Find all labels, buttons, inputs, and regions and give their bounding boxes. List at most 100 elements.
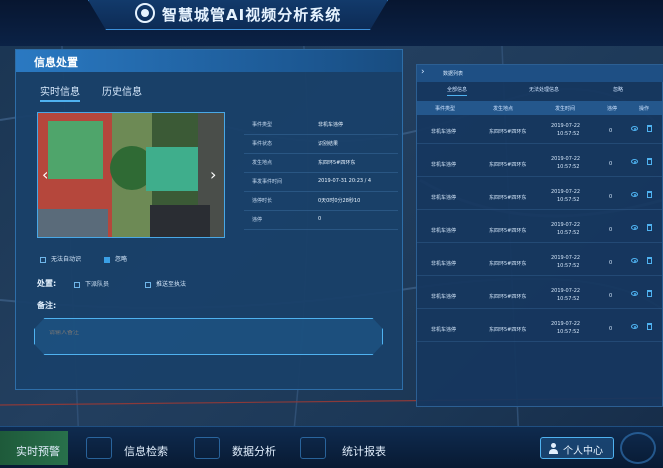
list-panel-header: › 数据列表 xyxy=(417,65,663,82)
list-row[interactable]: 非机车违停 东四环5#四环东 2019-07-22 10:57:52 0 xyxy=(417,183,662,210)
push-label: 推送至执法 xyxy=(156,281,187,288)
view-icon[interactable] xyxy=(631,324,638,329)
event-details: 事件类型 非机车违停 事件状态 识别结果 发生地点 东四环5#四环东 事发事件时间 2019-… xyxy=(244,116,398,230)
list-cell-date: 2019-07-22 xyxy=(551,321,581,327)
list-cell-place: 东四环5#四环东 xyxy=(489,129,527,135)
ignore-checkbox[interactable] xyxy=(104,256,110,263)
note-input[interactable] xyxy=(49,330,349,336)
list-cell-type: 非机车违停 xyxy=(431,228,457,234)
detail-value: 东四环5#四环东 xyxy=(318,160,356,166)
list-row[interactable]: 非机车违停 东四环5#四环东 2019-07-22 10:57:52 0 xyxy=(417,117,662,144)
delete-icon[interactable] xyxy=(647,257,652,264)
column-header: 发生地点 xyxy=(493,106,514,112)
column-header: 违停 xyxy=(607,106,618,112)
list-row[interactable]: 非机车违停 东四环5#四环东 2019-07-22 10:57:52 0 xyxy=(417,150,662,177)
delete-icon[interactable] xyxy=(647,158,652,165)
personal-center-label: 个人中心 xyxy=(563,446,603,457)
view-icon[interactable] xyxy=(631,159,638,164)
list-cell-date: 2019-07-22 xyxy=(551,255,581,261)
data-list-panel: › 数据列表 全部信息 无法处理信息 忽略 事件类型 发生地点 发生时间 违停 … xyxy=(416,64,663,407)
detail-row: 违停 0 xyxy=(244,211,398,230)
document-icon xyxy=(86,437,112,459)
list-cell-place: 东四环5#四环东 xyxy=(489,294,527,300)
detail-label: 违停时长 xyxy=(252,198,273,204)
nav-label: 数据分析 xyxy=(232,445,276,458)
process-label: 处置: xyxy=(37,279,57,288)
list-cell-type: 非机车违停 xyxy=(431,129,457,135)
list-cell-type: 非机车违停 xyxy=(431,195,457,201)
delete-icon[interactable] xyxy=(647,224,652,231)
list-cell-time: 10:57:52 xyxy=(557,329,580,335)
info-panel-header: 信息处置 xyxy=(16,50,402,72)
filter-tab-all[interactable]: 全部信息 xyxy=(447,86,468,96)
tab-history-info[interactable]: 历史信息 xyxy=(102,83,142,98)
nav-label: 统计报表 xyxy=(342,445,386,458)
delete-icon[interactable] xyxy=(647,323,652,330)
photo-next-icon[interactable]: › xyxy=(210,165,216,184)
event-photo: ‹ › xyxy=(37,112,225,238)
list-cell-place: 东四环5#四环东 xyxy=(489,327,527,333)
unable-identify-option[interactable]: 无法自动识 xyxy=(40,254,81,263)
list-cell-count: 0 xyxy=(609,194,613,200)
detail-value: 识别结果 xyxy=(318,141,339,147)
nav-info-search[interactable]: 信息检索 xyxy=(76,431,176,465)
list-cell-count: 0 xyxy=(609,326,613,332)
dispatch-label: 下派队员 xyxy=(85,281,110,288)
detail-label: 事件类型 xyxy=(252,122,273,128)
list-row[interactable]: 非机车违停 东四环5#四环东 2019-07-22 10:57:52 0 xyxy=(417,315,662,342)
list-row[interactable]: 非机车违停 东四环5#四环东 2019-07-22 10:57:52 0 xyxy=(417,249,662,276)
list-cell-count: 0 xyxy=(609,260,613,266)
detail-value: 2019-07-31 20:23 / 4 xyxy=(318,178,372,184)
note-box xyxy=(34,318,383,355)
unable-identify-checkbox[interactable] xyxy=(40,256,46,263)
app-header: 智慧城管AI视频分析系统 xyxy=(0,0,663,46)
list-row[interactable]: 非机车违停 东四环5#四环东 2019-07-22 10:57:52 0 xyxy=(417,282,662,309)
list-cell-type: 非机车违停 xyxy=(431,294,457,300)
view-icon[interactable] xyxy=(631,192,638,197)
photo-prev-icon[interactable]: ‹ xyxy=(42,165,48,184)
list-cell-date: 2019-07-22 xyxy=(551,288,581,294)
push-checkbox[interactable] xyxy=(145,281,151,288)
delete-icon[interactable] xyxy=(647,125,652,132)
dial-icon[interactable] xyxy=(620,432,656,464)
list-row[interactable]: 非机车违停 东四环5#四环东 2019-07-22 10:57:52 0 xyxy=(417,216,662,243)
list-cell-time: 10:57:52 xyxy=(557,263,580,269)
delete-icon[interactable] xyxy=(647,290,652,297)
column-header: 发生时间 xyxy=(555,106,576,112)
view-icon[interactable] xyxy=(631,225,638,230)
dispatch-option[interactable]: 下派队员 xyxy=(74,279,109,288)
nav-statistics-report[interactable]: 统计报表 xyxy=(290,431,390,465)
detail-row: 事件状态 识别结果 xyxy=(244,135,398,154)
detail-row: 事件类型 非机车违停 xyxy=(244,116,398,135)
detail-label: 违停 xyxy=(252,217,263,223)
list-cell-count: 0 xyxy=(609,227,613,233)
push-option[interactable]: 推送至执法 xyxy=(145,279,186,288)
collapse-icon[interactable]: › xyxy=(421,67,425,77)
view-icon[interactable] xyxy=(631,291,638,296)
list-cell-date: 2019-07-22 xyxy=(551,222,581,228)
dispatch-checkbox[interactable] xyxy=(74,281,80,288)
view-icon[interactable] xyxy=(631,126,638,131)
detail-label: 事发事件时间 xyxy=(252,179,283,185)
list-cell-place: 东四环5#四环东 xyxy=(489,162,527,168)
list-cell-date: 2019-07-22 xyxy=(551,123,581,129)
filter-tab-ignored[interactable]: 忽略 xyxy=(613,86,623,95)
delete-icon[interactable] xyxy=(647,191,652,198)
tab-live-info[interactable]: 实时信息 xyxy=(40,83,80,102)
nav-label: 实时预警 xyxy=(16,445,60,458)
detail-value: 0天0时0分28秒10 xyxy=(318,198,361,204)
column-header: 操作 xyxy=(639,106,650,112)
personal-center-button[interactable]: 个人中心 xyxy=(540,437,614,459)
info-panel: 信息处置 实时信息 历史信息 ‹ › 事件类型 非机车违停 事件状态 识别结果 发生地点… xyxy=(15,49,403,390)
nav-realtime-alert[interactable]: 实时预警 xyxy=(0,431,68,465)
view-icon[interactable] xyxy=(631,258,638,263)
bar-chart-icon xyxy=(300,437,326,459)
ignore-option[interactable]: 忽略 xyxy=(104,254,127,263)
logo-icon xyxy=(135,3,155,23)
filter-tab-unhandled[interactable]: 无法处理信息 xyxy=(529,86,559,95)
list-cell-type: 非机车违停 xyxy=(431,327,457,333)
list-cell-count: 0 xyxy=(609,128,613,134)
list-cell-place: 东四环5#四环东 xyxy=(489,195,527,201)
list-cell-type: 非机车违停 xyxy=(431,162,457,168)
nav-data-analysis[interactable]: 数据分析 xyxy=(184,431,280,465)
